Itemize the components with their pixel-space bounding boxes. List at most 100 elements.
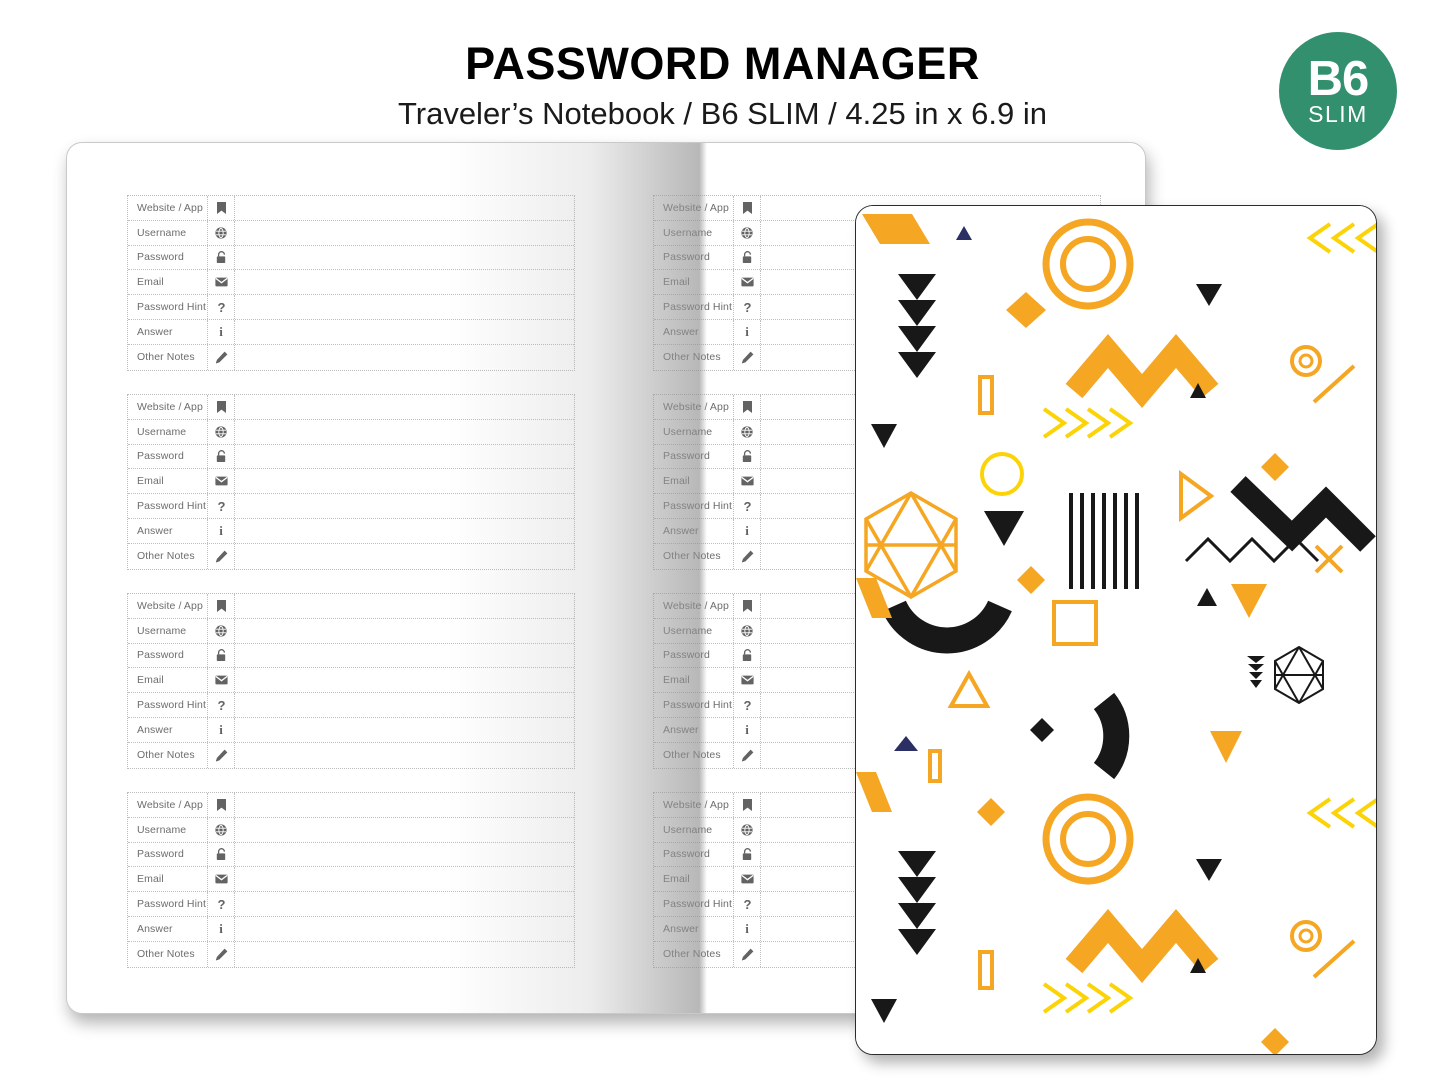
- form-row-write-in-field[interactable]: [235, 320, 574, 344]
- form-row-write-in-field[interactable]: [235, 644, 574, 668]
- size-badge: B6 SLIM: [1279, 32, 1397, 150]
- bookmark-icon: [208, 793, 235, 817]
- form-row-write-in-field[interactable]: [235, 668, 574, 692]
- form-row-write-in-field[interactable]: [235, 544, 574, 569]
- svg-text:i: i: [745, 524, 749, 537]
- lock-icon: [734, 444, 761, 469]
- form-row: Email: [128, 270, 574, 296]
- form-row-write-in-field[interactable]: [235, 619, 574, 643]
- globe-icon: [734, 220, 761, 245]
- lock-icon: [208, 444, 235, 469]
- form-row-write-in-field[interactable]: [235, 494, 574, 518]
- form-row-label: Website / App: [654, 196, 734, 220]
- form-row-write-in-field[interactable]: [235, 818, 574, 842]
- form-row: Password Hint?: [128, 295, 574, 320]
- form-row-write-in-field[interactable]: [235, 270, 574, 294]
- form-row-write-in-field[interactable]: [235, 867, 574, 891]
- info-icon: i: [208, 319, 235, 344]
- form-row-label: Password: [654, 842, 734, 867]
- form-row-label: Answer: [128, 319, 208, 344]
- form-row-label: Answer: [654, 717, 734, 742]
- bookmark-icon: [734, 594, 761, 618]
- form-row-write-in-field[interactable]: [235, 519, 574, 543]
- svg-text:?: ?: [743, 500, 751, 513]
- svg-text:?: ?: [743, 699, 751, 712]
- form-row-write-in-field[interactable]: [235, 469, 574, 493]
- page-title: PASSWORD MANAGER: [465, 38, 980, 89]
- form-row-label: Website / App: [128, 196, 208, 220]
- form-row-write-in-field[interactable]: [235, 295, 574, 319]
- bookmark-icon: [734, 793, 761, 817]
- size-badge-sub-label: SLIM: [1308, 101, 1368, 128]
- form-row-label: Other Notes: [128, 941, 208, 967]
- question-mark-icon: ?: [734, 892, 761, 916]
- bookmark-icon: [208, 395, 235, 419]
- notebook-cover-card: [855, 205, 1377, 1055]
- globe-icon: [734, 419, 761, 444]
- pencil-icon: [734, 742, 761, 768]
- form-row: Other Notes: [128, 742, 574, 768]
- form-row-write-in-field[interactable]: [235, 445, 574, 469]
- pencil-icon: [208, 742, 235, 768]
- form-row-write-in-field[interactable]: [235, 196, 574, 220]
- form-row-label: Email: [654, 469, 734, 494]
- form-row-write-in-field[interactable]: [235, 420, 574, 444]
- form-row-label: Email: [654, 668, 734, 693]
- form-row-label: Password: [654, 245, 734, 270]
- question-mark-icon: ?: [208, 494, 235, 518]
- form-row-write-in-field[interactable]: [235, 345, 574, 370]
- form-row: Answer i: [128, 518, 574, 544]
- form-row-write-in-field[interactable]: [235, 843, 574, 867]
- form-row-label: Website / App: [654, 395, 734, 419]
- form-row-write-in-field[interactable]: [235, 743, 574, 768]
- svg-text:i: i: [219, 325, 223, 338]
- pencil-icon: [734, 941, 761, 967]
- globe-icon: [208, 817, 235, 842]
- form-row: Other Notes: [128, 344, 574, 370]
- svg-text:i: i: [745, 723, 749, 736]
- lock-icon: [734, 245, 761, 270]
- lock-icon: [734, 643, 761, 668]
- form-row: Website / App: [128, 793, 574, 818]
- form-row: Email: [128, 867, 574, 893]
- password-entry-block: Website / App Username Password Email Passwo…: [127, 195, 575, 371]
- form-row-write-in-field[interactable]: [235, 917, 574, 941]
- form-row-label: Answer: [128, 916, 208, 941]
- form-row-write-in-field[interactable]: [235, 594, 574, 618]
- form-row-label: Other Notes: [654, 742, 734, 768]
- form-row-label: Answer: [654, 319, 734, 344]
- svg-text:?: ?: [743, 898, 751, 911]
- form-row: Website / App: [128, 594, 574, 619]
- form-row-label: Password Hint: [128, 693, 208, 717]
- envelope-icon: [734, 668, 761, 693]
- form-row-write-in-field[interactable]: [235, 793, 574, 817]
- form-row-write-in-field[interactable]: [235, 942, 574, 967]
- globe-icon: [208, 419, 235, 444]
- form-row-label: Website / App: [654, 594, 734, 618]
- page-subtitle: Traveler’s Notebook / B6 SLIM / 4.25 in …: [397, 96, 1048, 132]
- form-row-label: Email: [128, 270, 208, 295]
- info-icon: i: [734, 319, 761, 344]
- form-row-write-in-field[interactable]: [235, 693, 574, 717]
- form-row-label: Email: [128, 867, 208, 892]
- form-row-label: Website / App: [128, 793, 208, 817]
- form-row: Website / App: [128, 395, 574, 420]
- form-row-write-in-field[interactable]: [235, 246, 574, 270]
- svg-text:?: ?: [217, 898, 225, 911]
- form-row-write-in-field[interactable]: [235, 221, 574, 245]
- form-row-write-in-field[interactable]: [235, 892, 574, 916]
- form-row-write-in-field[interactable]: [235, 718, 574, 742]
- form-row-label: Password: [654, 643, 734, 668]
- question-mark-icon: ?: [208, 693, 235, 717]
- form-row-label: Password: [128, 842, 208, 867]
- form-row: Username: [128, 419, 574, 445]
- pencil-icon: [208, 344, 235, 370]
- form-row-write-in-field[interactable]: [235, 395, 574, 419]
- form-row-label: Other Notes: [128, 742, 208, 768]
- form-row-label: Username: [128, 618, 208, 643]
- question-mark-icon: ?: [208, 295, 235, 319]
- form-row-label: Email: [128, 469, 208, 494]
- form-row-label: Other Notes: [128, 543, 208, 569]
- form-row-label: Password Hint: [654, 892, 734, 916]
- envelope-icon: [734, 270, 761, 295]
